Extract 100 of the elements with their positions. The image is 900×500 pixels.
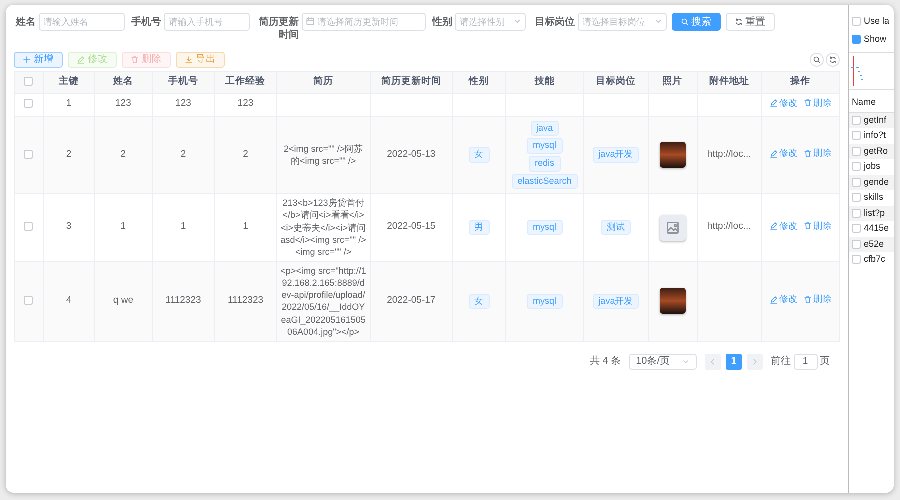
request-checkbox[interactable] xyxy=(852,146,861,156)
search-button[interactable]: 搜索 xyxy=(672,13,720,31)
prev-page-button[interactable] xyxy=(705,354,721,370)
table-cell-text: 3 xyxy=(65,220,73,234)
input-field[interactable]: 请输入手机号 xyxy=(164,13,250,31)
input-field[interactable]: 请输入姓名 xyxy=(38,13,124,31)
table-cell-text: 2<img src="" />阿苏的<img src="" /> xyxy=(282,142,364,168)
row-checkbox[interactable] xyxy=(24,222,34,232)
job-tag: java开发 xyxy=(592,294,640,310)
goto-label: 前往 xyxy=(771,354,791,370)
table-cell-text: 123 xyxy=(114,97,132,112)
request-name: 4415e xyxy=(864,222,890,235)
search-icon xyxy=(680,18,688,26)
table-cell-text: http://loc... xyxy=(706,148,752,162)
skill-tag: java xyxy=(530,120,560,136)
option-label: Show xyxy=(864,32,887,46)
pencil-icon xyxy=(770,150,778,158)
table-cell-text: 1 xyxy=(65,97,73,112)
table-cell-text: 1 xyxy=(242,220,250,234)
timeline-drawing xyxy=(851,56,864,87)
request-name: info?t xyxy=(864,129,886,142)
trash-icon xyxy=(804,222,812,230)
request-checkbox[interactable] xyxy=(852,116,861,125)
table-cell-text: 2022-05-17 xyxy=(386,294,437,308)
search-toggle-button[interactable] xyxy=(810,53,824,67)
select-all-checkbox[interactable] xyxy=(24,76,34,86)
gender-tag: 女 xyxy=(468,294,490,310)
photo-placeholder[interactable] xyxy=(660,142,686,168)
select-field[interactable]: 请选择目标岗位 xyxy=(578,13,666,31)
table-cell: 213<b>123房贷首付</b>请问<i>看看</i><i>史蒂夫</i><i>请问asd</i><img src="" /><img src="" /> xyxy=(280,197,367,258)
table-cell: <p><img src="http://192.168.2.165:8889/dev-api/profile/upload/2022/05/16/__IddOYeaGI_20220516150506A004.jpg"></p> xyxy=(280,264,367,338)
page-size-select[interactable]: 10条/页 xyxy=(629,354,697,370)
export-button[interactable]: 导出 xyxy=(176,52,225,68)
chevron-left-icon xyxy=(709,358,717,366)
pencil-icon xyxy=(77,56,85,64)
refresh-icon xyxy=(829,56,837,64)
skill-tag: mysql xyxy=(527,294,563,310)
delete-link[interactable]: 删除 xyxy=(804,146,832,160)
column-header: 简历 xyxy=(276,71,370,93)
gender-tag: 女 xyxy=(468,147,490,163)
table-cell-text: 2022-05-13 xyxy=(386,148,437,162)
row-checkbox[interactable] xyxy=(24,99,34,108)
refresh-icon xyxy=(734,18,742,26)
refresh-button[interactable] xyxy=(826,53,840,67)
photo-placeholder[interactable] xyxy=(660,288,686,314)
edit-link[interactable]: 修改 xyxy=(770,293,798,307)
request-checkbox[interactable] xyxy=(852,131,861,140)
table-cell-text: 1112323 xyxy=(164,294,202,308)
table-cell-text: 1 xyxy=(120,220,128,234)
page-button[interactable]: 1 xyxy=(726,354,742,370)
request-checkbox[interactable] xyxy=(852,162,861,172)
select-field[interactable]: 请选择性别 xyxy=(455,13,526,31)
image-placeholder[interactable] xyxy=(660,214,686,241)
table-cell-text: 1112323 xyxy=(226,294,265,308)
column-header: 主键 xyxy=(43,71,95,93)
request-checkbox[interactable] xyxy=(852,224,861,234)
request-checkbox[interactable] xyxy=(852,208,861,218)
table-cell-text: 2 xyxy=(65,148,73,162)
skill-tag: mysql xyxy=(527,220,563,236)
option-checkbox[interactable] xyxy=(852,17,861,26)
table-cell-text: q we xyxy=(112,294,134,308)
table-cell-text: 1 xyxy=(180,220,188,234)
edit-link[interactable]: 修改 xyxy=(770,146,798,160)
request-checkbox[interactable] xyxy=(852,240,861,249)
delete-link[interactable]: 删除 xyxy=(804,96,832,110)
next-page-button[interactable] xyxy=(747,354,763,370)
date-field[interactable]: 请选择简历更新时间 xyxy=(302,13,426,31)
option-checkbox[interactable] xyxy=(852,34,861,44)
table-cell-text: 2 xyxy=(120,148,128,162)
column-header: 性别 xyxy=(452,71,506,93)
delete-link[interactable]: 删除 xyxy=(804,220,832,234)
pencil-icon xyxy=(770,222,778,230)
add-button[interactable]: 新增 xyxy=(14,52,63,68)
field-label: 姓名 xyxy=(14,16,36,29)
option-label: Use la xyxy=(864,15,890,28)
field-label: 手机号 xyxy=(130,16,162,29)
download-icon xyxy=(185,56,193,64)
skill-tag: mysql xyxy=(527,138,563,154)
column-header: 技能 xyxy=(506,71,584,93)
edit-link[interactable]: 修改 xyxy=(770,96,798,110)
pencil-icon xyxy=(770,296,778,304)
table-cell-text: 123 xyxy=(174,97,192,112)
chevron-down-icon xyxy=(682,358,690,366)
request-checkbox[interactable] xyxy=(852,178,861,187)
page-input[interactable]: 1 xyxy=(794,354,818,370)
column-header: 附件地址 xyxy=(697,71,762,93)
skill-tag: redis xyxy=(529,156,561,172)
reset-button[interactable]: 重置 xyxy=(726,13,774,31)
trash-icon xyxy=(804,150,812,158)
request-checkbox[interactable] xyxy=(852,193,861,202)
edit-link[interactable]: 修改 xyxy=(770,220,798,234)
request-name: e52e xyxy=(864,238,884,250)
row-checkbox[interactable] xyxy=(24,296,34,306)
request-checkbox[interactable] xyxy=(852,255,861,264)
request-name: skills xyxy=(864,191,884,204)
table-cell-text: 4 xyxy=(65,294,73,308)
page-suffix: 页 xyxy=(820,355,830,370)
row-checkbox[interactable] xyxy=(24,150,34,159)
table-cell-text: 2 xyxy=(242,148,250,162)
delete-link[interactable]: 删除 xyxy=(804,293,832,307)
